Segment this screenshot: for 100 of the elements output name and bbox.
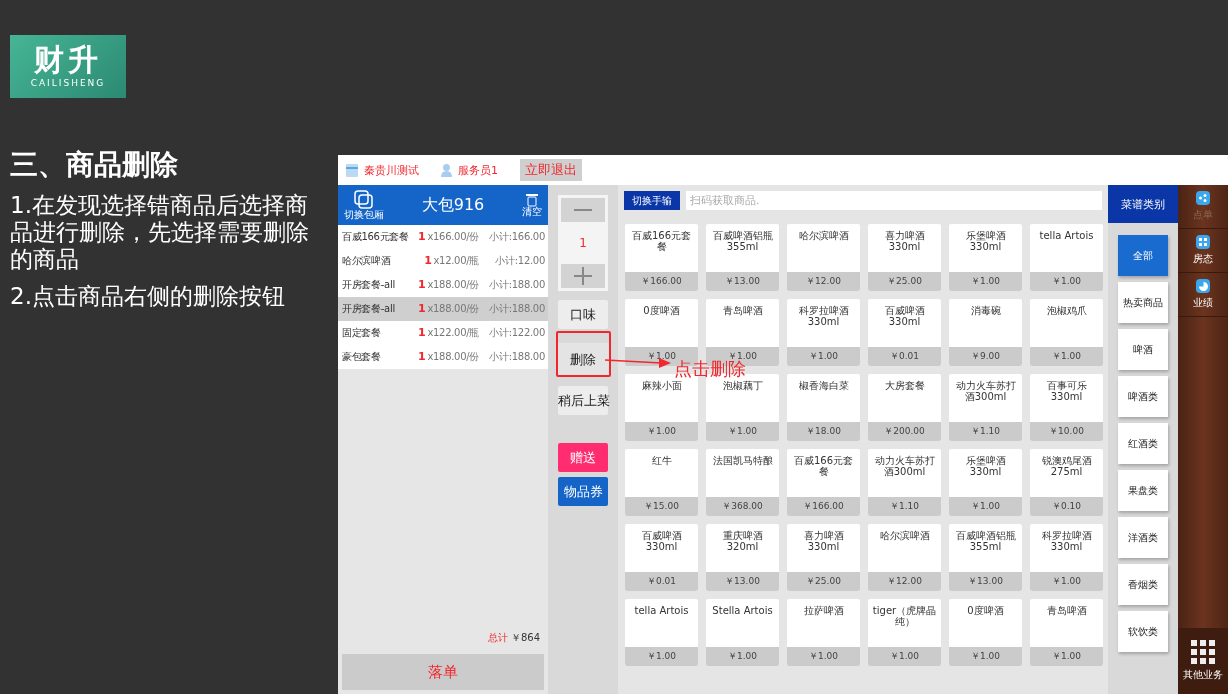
product-price: ￥1.00 — [949, 497, 1022, 516]
product-price: ￥1.10 — [868, 497, 941, 516]
product-card[interactable]: 百威166元套餐 ￥166.00 — [625, 224, 698, 291]
product-card[interactable]: 动力火车苏打酒300ml ￥1.10 — [868, 449, 941, 516]
product-price: ￥9.00 — [949, 347, 1022, 366]
order-row[interactable]: 哈尔滨啤酒 1 x12.00/瓶 小计:12.00 — [338, 249, 548, 273]
product-card[interactable]: 红牛 ￥15.00 — [625, 449, 698, 516]
minus-button[interactable] — [561, 198, 605, 222]
product-card[interactable]: 乐堡啤酒330ml ￥1.00 — [949, 224, 1022, 291]
order-row[interactable]: 开房套餐-all 1 x188.00/份 小计:188.00 — [338, 273, 548, 297]
product-card[interactable]: 科罗拉啤酒330ml ￥1.00 — [1030, 524, 1103, 591]
product-name: 动力火车苏打酒300ml — [954, 379, 1017, 404]
product-card[interactable]: 乐堡啤酒330ml ￥1.00 — [949, 449, 1022, 516]
product-price: ￥1.10 — [949, 422, 1022, 441]
product-card[interactable]: 百事可乐330ml ￥10.00 — [1030, 374, 1103, 441]
product-card[interactable]: 拉萨啤酒 ￥1.00 — [787, 599, 860, 666]
category-button[interactable]: 啤酒类 — [1118, 376, 1168, 417]
category-button[interactable]: 红酒类 — [1118, 423, 1168, 464]
product-card[interactable]: 百威啤酒铝瓶355ml ￥13.00 — [949, 524, 1022, 591]
action-button[interactable]: 口味 — [558, 300, 608, 329]
nav-item[interactable]: 房态 — [1178, 229, 1228, 273]
category-button[interactable]: 全部 — [1118, 235, 1168, 276]
product-card[interactable]: 百威啤酒铝瓶355ml ￥13.00 — [706, 224, 779, 291]
product-card[interactable]: 百威166元套餐 ￥166.00 — [787, 449, 860, 516]
minus-icon — [574, 209, 592, 211]
nav-item[interactable]: 业绩 — [1178, 273, 1228, 317]
product-card[interactable]: 泡椒鸡爪 ￥1.00 — [1030, 299, 1103, 366]
product-name: 乐堡啤酒330ml — [964, 229, 1007, 254]
product-name: 百事可乐330ml — [1045, 379, 1088, 404]
product-card[interactable]: 消毒碗 ￥9.00 — [949, 299, 1022, 366]
product-price: ￥1.00 — [1030, 347, 1103, 366]
product-card[interactable]: 锐澳鸡尾酒275ml ￥0.10 — [1030, 449, 1103, 516]
order-row[interactable]: 开房套餐-all 1 x188.00/份 小计:188.00 — [338, 297, 548, 321]
product-card[interactable]: tiger（虎牌晶纯） ￥1.00 — [868, 599, 941, 666]
item-subtotal: 小计:188.00 — [488, 278, 545, 292]
item-name: 开房套餐-all — [342, 278, 396, 292]
switch-room-button[interactable]: 切换包厢 — [344, 190, 384, 220]
product-name: 喜力啤酒330ml — [802, 529, 845, 554]
product-name: 锐澳鸡尾酒275ml — [1040, 454, 1093, 479]
product-card[interactable]: 0度啤酒 ￥1.00 — [949, 599, 1022, 666]
product-card[interactable]: 喜力啤酒330ml ￥25.00 — [787, 524, 860, 591]
category-button[interactable]: 果盘类 — [1118, 470, 1168, 511]
category-button[interactable]: 洋酒类 — [1118, 517, 1168, 558]
product-card[interactable]: 科罗拉啤酒330ml ￥1.00 — [787, 299, 860, 366]
product-card[interactable]: 动力火车苏打酒300ml ￥1.10 — [949, 374, 1022, 441]
action-button[interactable]: 物品券 — [558, 477, 608, 506]
action-button[interactable]: 赠送 — [558, 443, 608, 472]
total-value: ￥864 — [510, 631, 540, 645]
apps-grid-icon — [1191, 640, 1215, 664]
category-button[interactable]: 热卖商品 — [1118, 282, 1168, 323]
product-card[interactable]: Stella Artois ￥1.00 — [706, 599, 779, 666]
product-card[interactable]: 青岛啤酒 ￥1.00 — [1030, 599, 1103, 666]
order-row[interactable]: 豪包套餐 1 x188.00/份 小计:188.00 — [338, 345, 548, 369]
product-name: 重庆啤酒320ml — [721, 529, 764, 554]
product-price: ￥18.00 — [787, 422, 860, 441]
order-row[interactable]: 固定套餐 1 x122.00/瓶 小计:122.00 — [338, 321, 548, 345]
product-price: ￥1.00 — [787, 347, 860, 366]
product-name: 乐堡啤酒330ml — [964, 454, 1007, 479]
product-price: ￥1.00 — [1030, 647, 1103, 666]
product-price: ￥10.00 — [1030, 422, 1103, 441]
product-name: tiger（虎牌晶纯） — [871, 604, 938, 629]
slide-title: 三、商品删除 — [10, 147, 179, 183]
total-label: 总计 — [487, 631, 508, 645]
action-button[interactable]: 删除 — [555, 331, 611, 377]
step-text: 2.点击商品右侧的删除按钮 — [10, 283, 286, 310]
product-card[interactable]: tella Artois ￥1.00 — [625, 599, 698, 666]
search-field[interactable]: 扫码获取商品. — [686, 191, 1102, 210]
item-name: 豪包套餐 — [342, 350, 382, 364]
product-card[interactable]: 椒香海白菜 ￥18.00 — [787, 374, 860, 441]
manual-input-button[interactable]: 切换手输 — [624, 191, 680, 210]
product-price: ￥13.00 — [949, 572, 1022, 591]
arrow-icon — [605, 357, 671, 369]
plus-button[interactable] — [561, 264, 605, 288]
product-card[interactable]: tella Artois ￥1.00 — [1030, 224, 1103, 291]
product-name: 椒香海白菜 — [797, 379, 850, 393]
action-button[interactable]: 稍后上菜 — [558, 386, 608, 415]
product-card[interactable]: 哈尔滨啤酒 ￥12.00 — [787, 224, 860, 291]
product-name: Stella Artois — [711, 604, 774, 618]
product-name: 青岛啤酒 — [1045, 604, 1088, 618]
category-button[interactable]: 香烟类 — [1118, 564, 1168, 605]
product-card[interactable]: 法国凯马特酿 ￥368.00 — [706, 449, 779, 516]
product-name: 消毒碗 — [969, 304, 1002, 318]
product-price: ￥1.00 — [868, 647, 941, 666]
product-card[interactable]: 大房套餐 ￥200.00 — [868, 374, 941, 441]
product-card[interactable]: 百威啤酒330ml ￥0.01 — [625, 524, 698, 591]
product-card[interactable]: 重庆啤酒320ml ￥13.00 — [706, 524, 779, 591]
clear-button[interactable]: 清空 — [522, 193, 542, 217]
product-name: 哈尔滨啤酒 — [878, 529, 931, 543]
category-button[interactable]: 软饮类 — [1118, 611, 1168, 652]
order-row[interactable]: 百威166元套餐 1 x166.00/份 小计:166.00 — [338, 225, 548, 249]
product-name: 麻辣小面 — [640, 379, 683, 393]
more-services-button[interactable]: 其他业务 — [1178, 628, 1228, 694]
product-name: 拉萨啤酒 — [802, 604, 845, 618]
category-button[interactable]: 啤酒 — [1118, 329, 1168, 370]
product-price: ￥1.00 — [949, 272, 1022, 291]
product-name: 大房套餐 — [883, 379, 926, 393]
product-card[interactable]: 哈尔滨啤酒 ￥12.00 — [868, 524, 941, 591]
product-name: 泡椒藕丁 — [721, 379, 764, 393]
product-card[interactable]: 喜力啤酒330ml ￥25.00 — [868, 224, 941, 291]
product-card[interactable]: 百威啤酒330ml ￥0.01 — [868, 299, 941, 366]
